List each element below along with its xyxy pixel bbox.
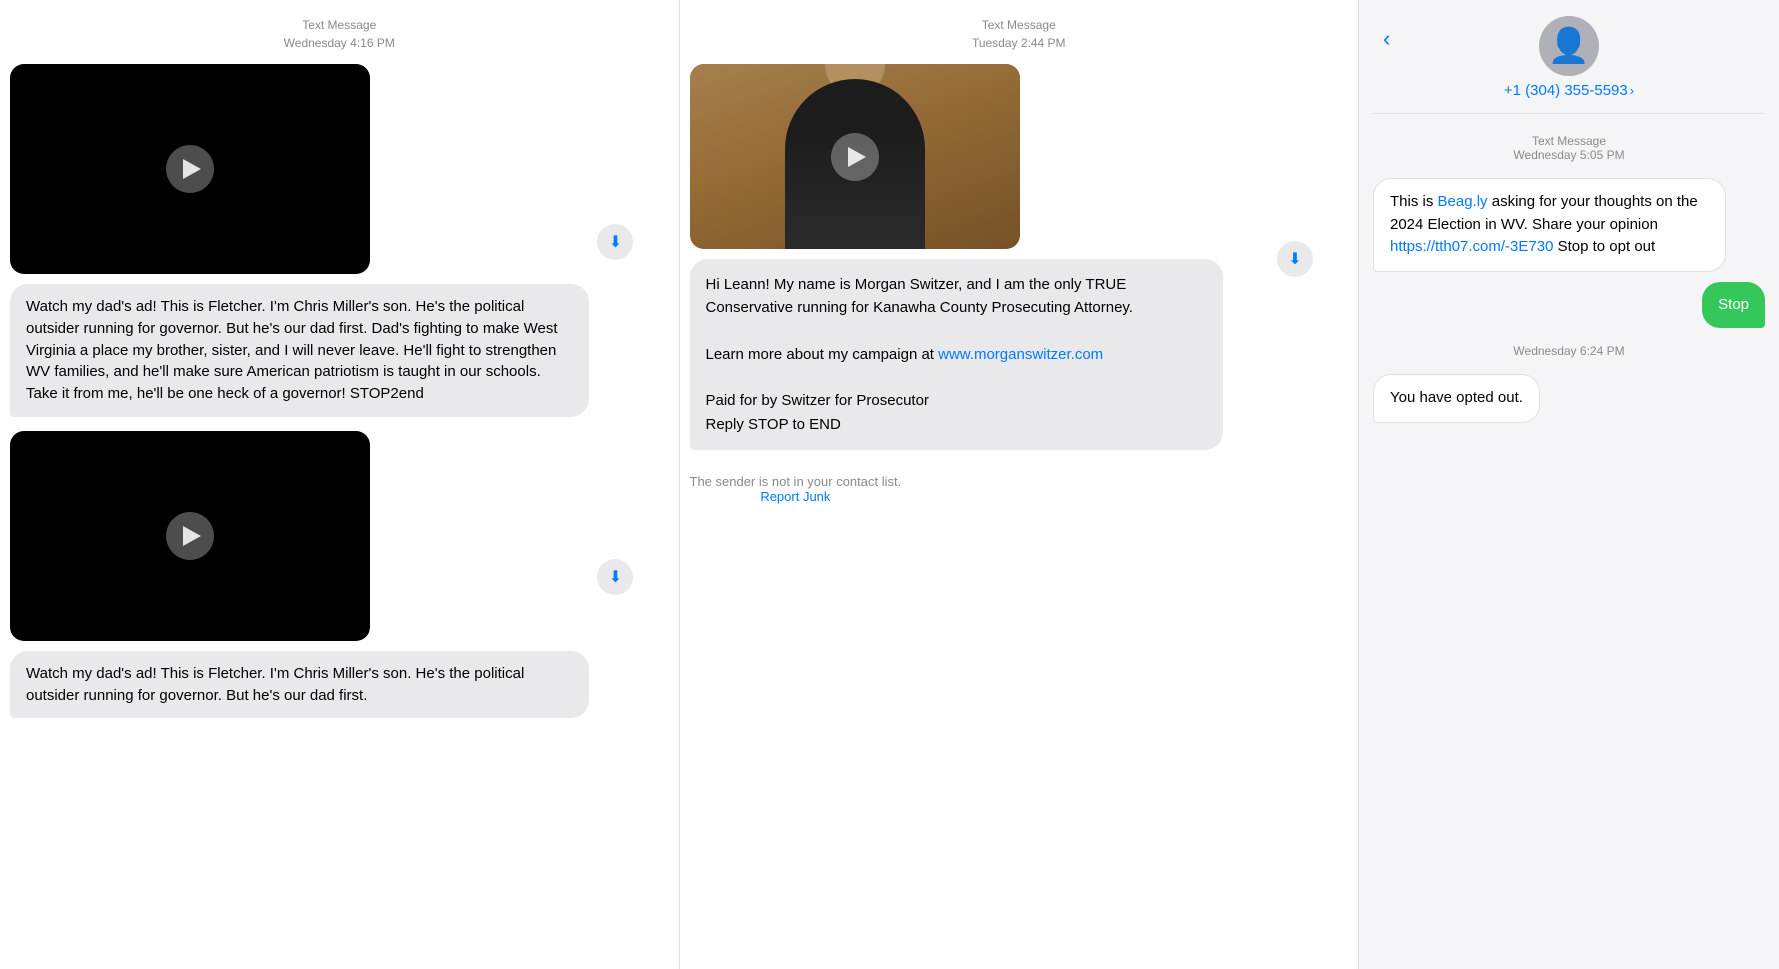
video-thumbnail-2[interactable]: [10, 431, 370, 641]
chevron-icon: ›: [1630, 83, 1634, 98]
timestamp-label-1b: Wednesday 4:16 PM: [10, 34, 669, 52]
video-thumbnail-mid[interactable]: [690, 64, 1020, 249]
download-icon-1: ⬇: [609, 232, 622, 252]
message-bubble-mid: Hi Leann! My name is Morgan Switzer, and…: [690, 259, 1223, 450]
play-triangle-2: [183, 526, 201, 546]
bubble-wrap-1: Watch my dad's ad! This is Fletcher. I'm…: [10, 64, 589, 417]
play-button-2[interactable]: [166, 512, 214, 560]
download-button-mid[interactable]: ⬇: [1277, 241, 1313, 277]
message-group-mid: Hi Leann! My name is Morgan Switzer, and…: [690, 64, 1349, 450]
download-button-1[interactable]: ⬇: [597, 224, 633, 260]
right-timestamp-1: Text Message Wednesday 5:05 PM: [1373, 134, 1765, 162]
play-button-1[interactable]: [166, 145, 214, 193]
video-thumbnail-1[interactable]: [10, 64, 370, 274]
campaign-link[interactable]: www.morganswitzer.com: [938, 346, 1103, 363]
bubble-wrap-2: Watch my dad's ad! This is Fletcher. I'm…: [10, 431, 589, 719]
video-overlay-mid: [690, 64, 1020, 249]
right-message-1: This is Beag.ly asking for your thoughts…: [1373, 178, 1726, 272]
contact-phone[interactable]: +1 (304) 355-5593: [1504, 82, 1628, 99]
right-message-stop: Stop: [1702, 282, 1765, 329]
survey-link[interactable]: https://tth07.com/-3E730: [1390, 238, 1553, 255]
report-junk-link[interactable]: Report Junk: [690, 489, 902, 504]
right-timestamp-2: Wednesday 6:24 PM: [1373, 344, 1765, 358]
timestamp-label-1a: Text Message: [10, 16, 669, 34]
play-button-mid[interactable]: [831, 133, 879, 181]
avatar: 👤: [1539, 16, 1599, 76]
message-group-1: Watch my dad's ad! This is Fletcher. I'm…: [10, 64, 669, 417]
download-button-2[interactable]: ⬇: [597, 559, 633, 595]
right-message-2: You have opted out.: [1373, 374, 1540, 423]
contact-phone-row[interactable]: +1 (304) 355-5593 ›: [1504, 82, 1634, 99]
right-message-list: Text Message Wednesday 5:05 PM This is B…: [1373, 128, 1765, 423]
timestamp-header-2: Text Message Tuesday 2:44 PM: [690, 16, 1349, 52]
timestamp-header-1: Text Message Wednesday 4:16 PM: [10, 16, 669, 52]
message-bubble-1: Watch my dad's ad! This is Fletcher. I'm…: [10, 284, 589, 417]
message-bubble-2: Watch my dad's ad! This is Fletcher. I'm…: [10, 651, 589, 719]
play-triangle-mid: [848, 147, 866, 167]
bubble-wrap-mid: Hi Leann! My name is Morgan Switzer, and…: [690, 64, 1269, 450]
timestamp-label-2b: Tuesday 2:44 PM: [690, 34, 1349, 52]
download-icon-mid: ⬇: [1288, 249, 1301, 269]
message-group-2: Watch my dad's ad! This is Fletcher. I'm…: [10, 431, 669, 719]
conversation-column-3: ‹ 👤 +1 (304) 355-5593 › Text Message Wed…: [1359, 0, 1779, 969]
back-button[interactable]: ‹: [1383, 26, 1390, 52]
conversation-column-2: Text Message Tuesday 2:44 PM Hi Leann! M…: [680, 0, 1360, 969]
beagly-link[interactable]: Beag.ly: [1438, 193, 1488, 210]
play-triangle-1: [183, 159, 201, 179]
report-section: The sender is not in your contact list. …: [690, 474, 902, 504]
conversation-column-1: Text Message Wednesday 4:16 PM Watch my …: [0, 0, 680, 969]
download-icon-2: ⬇: [609, 567, 622, 587]
timestamp-label-2a: Text Message: [690, 16, 1349, 34]
sender-note: The sender is not in your contact list.: [690, 474, 902, 489]
person-icon: 👤: [1548, 26, 1590, 66]
contact-header: ‹ 👤 +1 (304) 355-5593 ›: [1373, 16, 1765, 114]
